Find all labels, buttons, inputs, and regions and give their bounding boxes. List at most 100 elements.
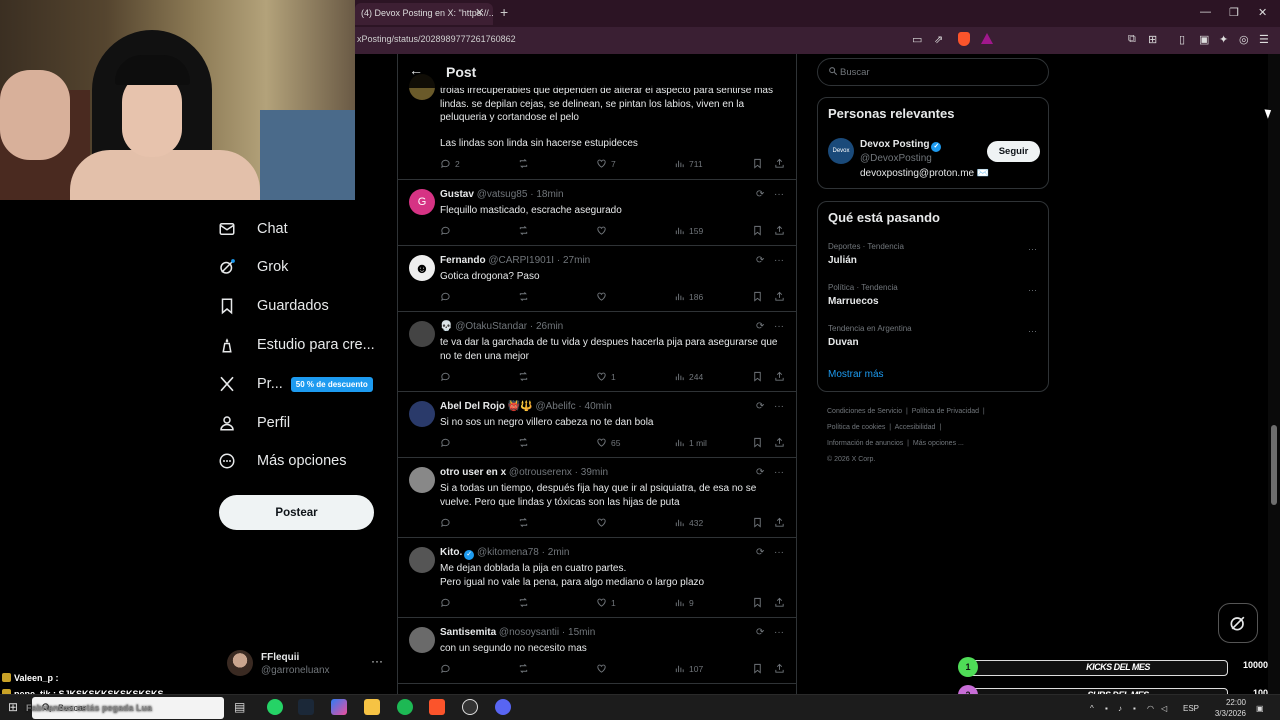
volume-icon[interactable]: ◁: [1161, 704, 1167, 713]
obs-icon[interactable]: [462, 699, 478, 715]
windows-start-icon[interactable]: ⊞: [8, 700, 18, 714]
retweet-button[interactable]: [518, 225, 533, 236]
more-icon[interactable]: ···: [1028, 244, 1037, 254]
scrollbar[interactable]: [1268, 54, 1280, 694]
grok-explain-icon[interactable]: ⟳: [756, 547, 764, 558]
url-text[interactable]: xPosting/status/2028989777261760862: [357, 34, 516, 44]
share-button[interactable]: [774, 225, 789, 236]
like-button[interactable]: [596, 291, 611, 302]
discord-icon[interactable]: [495, 699, 511, 715]
search-input[interactable]: Buscar: [817, 58, 1049, 86]
bookmark-button[interactable]: [752, 158, 767, 169]
reply-button[interactable]: [440, 663, 455, 674]
brave-rewards-icon[interactable]: [981, 33, 993, 44]
bookmark-button[interactable]: [752, 663, 767, 674]
reply-button[interactable]: [440, 291, 455, 302]
tweet[interactable]: Santisemita @nosoysantii · 15min ⟳ ··· c…: [398, 618, 796, 684]
footer-link[interactable]: Accesibilidad: [895, 424, 936, 431]
share-button[interactable]: [774, 517, 789, 528]
views-button[interactable]: 186: [674, 291, 703, 302]
more-icon[interactable]: ···: [371, 654, 383, 668]
task-view-icon[interactable]: ▤: [234, 700, 245, 714]
tray-chevron-icon[interactable]: ^: [1090, 704, 1094, 713]
show-more-link[interactable]: Mostrar más: [828, 369, 884, 380]
retweet-button[interactable]: [518, 371, 533, 382]
sidebar-item-chat[interactable]: Chat: [218, 214, 288, 244]
follow-button[interactable]: Seguir: [987, 141, 1040, 162]
copilot-icon[interactable]: [331, 699, 347, 715]
views-button[interactable]: 159: [674, 225, 703, 236]
notification-icon[interactable]: ▣: [1256, 704, 1264, 713]
wallet-icon[interactable]: ▣: [1199, 33, 1209, 46]
brave-browser-icon[interactable]: [429, 699, 445, 715]
tweet[interactable]: otro user en x @otrouserenx · 39min ⟳ ··…: [398, 458, 796, 538]
tab-search-icon[interactable]: ⊞: [1148, 33, 1157, 46]
sidebar-item-grok[interactable]: Grok: [218, 252, 288, 282]
footer-link[interactable]: Política de cookies: [827, 424, 885, 431]
spotify-icon[interactable]: [397, 699, 413, 715]
like-button[interactable]: 1: [596, 597, 616, 608]
more-icon[interactable]: ···: [774, 255, 784, 266]
like-button[interactable]: 7: [596, 158, 616, 169]
tweet[interactable]: G Gustav @vatsug85 · 18min ⟳ ··· Flequil…: [398, 180, 796, 246]
reply-button[interactable]: [440, 597, 455, 608]
views-button[interactable]: 432: [674, 517, 703, 528]
sidebar-toggle-icon[interactable]: ▯: [1179, 33, 1185, 46]
retweet-button[interactable]: [518, 597, 533, 608]
grok-explain-icon[interactable]: ⟳: [756, 255, 764, 266]
bookmark-button[interactable]: [752, 371, 767, 382]
brave-shield-icon[interactable]: [958, 32, 970, 46]
more-icon[interactable]: ···: [774, 321, 784, 332]
more-icon[interactable]: ···: [774, 189, 784, 200]
whatsapp-icon[interactable]: [267, 699, 283, 715]
views-button[interactable]: 711: [674, 158, 703, 169]
post-button[interactable]: Postear: [219, 495, 374, 530]
microphone-icon[interactable]: ♪: [1118, 704, 1122, 713]
language-indicator[interactable]: ESP: [1183, 704, 1199, 713]
views-button[interactable]: 9: [674, 597, 694, 608]
steam-icon[interactable]: [298, 699, 314, 715]
grok-explain-icon[interactable]: ⟳: [756, 467, 764, 478]
share-icon[interactable]: ⇗: [934, 33, 943, 46]
reply-button[interactable]: [440, 517, 455, 528]
tweet[interactable]: Kito. ✓ @kitomena78 · 2min ⟳ ··· Me dejan…: [398, 538, 796, 618]
like-button[interactable]: 1: [596, 371, 616, 382]
bookmark-button[interactable]: [752, 517, 767, 528]
browser-tab[interactable]: (4) Devox Posting en X: "https://...: [355, 3, 493, 25]
like-button[interactable]: [596, 225, 611, 236]
grok-explain-icon[interactable]: ⟳: [756, 189, 764, 200]
more-icon[interactable]: ···: [1028, 326, 1037, 336]
cast-icon[interactable]: ▭: [912, 33, 922, 46]
new-tab-icon[interactable]: +: [500, 4, 508, 20]
like-button[interactable]: 65: [596, 437, 620, 448]
more-icon[interactable]: ···: [774, 467, 784, 478]
close-window-icon[interactable]: ✕: [1258, 6, 1267, 19]
file-explorer-icon[interactable]: [364, 699, 380, 715]
vpn-icon[interactable]: ◎: [1239, 33, 1249, 46]
tray-app-icon[interactable]: ▪: [1133, 704, 1136, 713]
grok-float-button[interactable]: [1218, 603, 1258, 643]
footer-link[interactable]: Más opciones ...: [913, 440, 964, 447]
more-icon[interactable]: ···: [774, 401, 784, 412]
retweet-button[interactable]: [518, 517, 533, 528]
share-button[interactable]: [774, 371, 789, 382]
reply-button[interactable]: [440, 225, 455, 236]
footer-link[interactable]: Política de Privacidad: [912, 408, 979, 415]
grok-explain-icon[interactable]: ⟳: [756, 627, 764, 638]
reply-button[interactable]: 2: [440, 158, 460, 169]
more-icon[interactable]: ···: [1028, 285, 1037, 295]
minimize-icon[interactable]: —: [1200, 6, 1211, 18]
relevant-name[interactable]: Devox Posting ✓: [860, 139, 942, 152]
like-button[interactable]: [596, 663, 611, 674]
sidebar-item-premium[interactable]: Pr... 50 % de descuento: [218, 369, 373, 399]
trend-item[interactable]: Julián: [828, 255, 857, 266]
menu-icon[interactable]: ☰: [1259, 33, 1269, 46]
views-button[interactable]: 1 mil: [674, 437, 707, 448]
maximize-icon[interactable]: ❐: [1229, 6, 1239, 19]
retweet-button[interactable]: [518, 158, 533, 169]
account-switcher[interactable]: FFlequii @garroneluanx ···: [227, 648, 387, 680]
extensions-icon[interactable]: ⧉: [1128, 33, 1136, 46]
tray-app-icon[interactable]: ▪: [1105, 704, 1108, 713]
more-icon[interactable]: ···: [774, 547, 784, 558]
sidebar-item-perfil[interactable]: Perfil: [218, 408, 290, 438]
